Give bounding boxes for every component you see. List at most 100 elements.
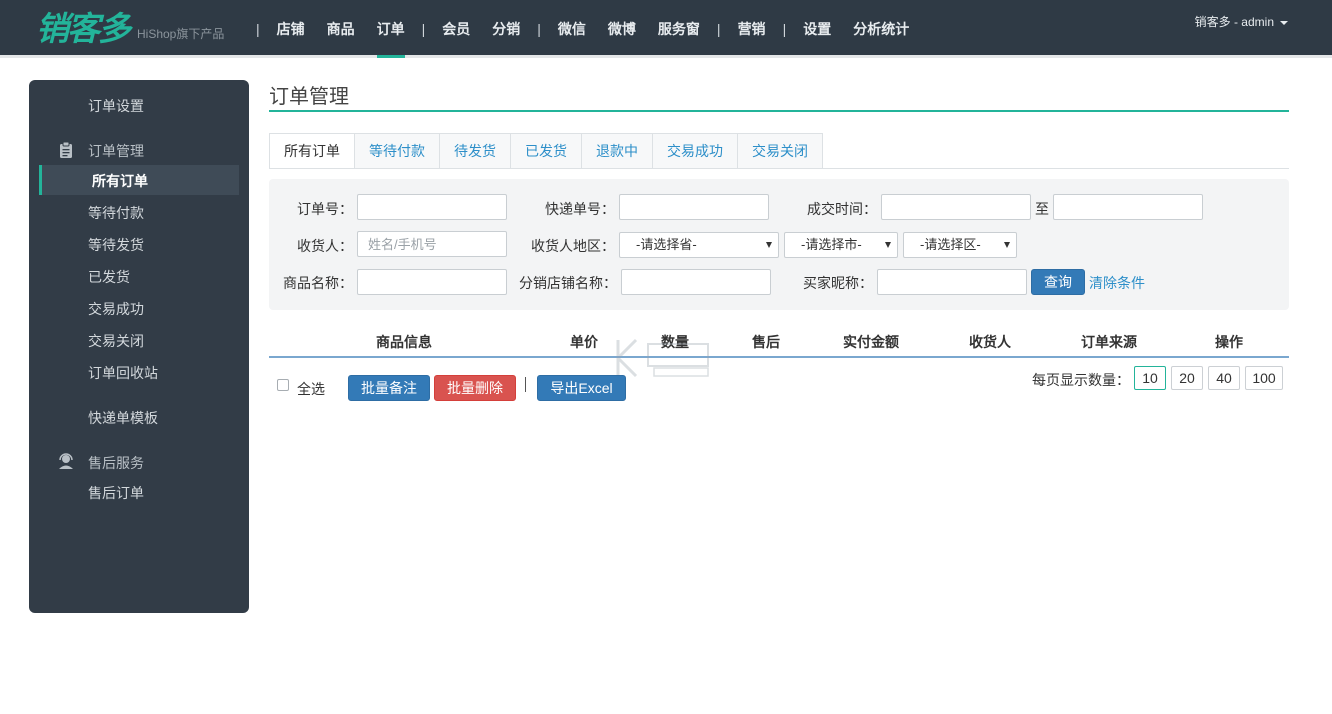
main-nav: | 店铺 商品 订单 | 会员 分销 | 微信 微博 服务窗 | 营销 | 设置… — [250, 0, 920, 58]
batch-note-button[interactable]: 批量备注 — [348, 375, 430, 401]
logo-subtitle: HiShop旗下产品 — [137, 27, 225, 41]
nav-item-wechat[interactable]: 微信 — [547, 0, 597, 58]
sidebar-group-after-sales[interactable]: 售后服务 — [88, 453, 144, 473]
receiver-label: 收货人： — [297, 238, 353, 254]
shop-name-input[interactable] — [621, 269, 771, 295]
deal-time-start-input[interactable] — [881, 194, 1031, 220]
nav-item-shop[interactable]: 店铺 — [266, 0, 316, 58]
express-no-label: 快递单号： — [545, 201, 615, 217]
nav-item-products[interactable]: 商品 — [316, 0, 366, 58]
buyer-nick-label: 买家昵称： — [803, 275, 873, 291]
tab-completed[interactable]: 交易成功 — [653, 133, 738, 169]
deal-time-label: 成交时间： — [807, 201, 877, 217]
nav-separator: | — [716, 21, 721, 37]
order-no-input[interactable] — [357, 194, 507, 220]
column-after-sales: 售后 — [752, 334, 780, 350]
headset-icon — [59, 453, 73, 469]
search-button[interactable]: 查询 — [1031, 269, 1085, 295]
page-size-option-10[interactable]: 10 — [1134, 366, 1166, 390]
tab-awaiting-payment[interactable]: 等待付款 — [355, 133, 440, 169]
sidebar-group-order-management[interactable]: 订单管理 — [88, 141, 144, 161]
region-label: 收货人地区： — [531, 238, 615, 254]
sidebar-item-order-settings[interactable]: 订单设置 — [88, 96, 144, 116]
nav-item-members[interactable]: 会员 — [431, 0, 481, 58]
title-divider — [269, 110, 1289, 112]
export-excel-button[interactable]: 导出Excel — [537, 375, 626, 401]
column-product-info: 商品信息 — [376, 334, 432, 350]
tab-awaiting-shipment[interactable]: 待发货 — [440, 133, 511, 169]
nav-separator: | — [256, 21, 260, 37]
city-select[interactable]: -请选择市- — [784, 232, 898, 258]
shop-name-label: 分销店铺名称： — [519, 275, 617, 291]
nav-item-analytics[interactable]: 分析统计 — [842, 0, 920, 58]
order-no-label: 订单号： — [297, 201, 353, 217]
nav-item-service-window[interactable]: 服务窗 — [647, 0, 711, 58]
column-actions: 操作 — [1215, 334, 1243, 350]
sidebar-item-all-orders[interactable]: 所有订单 — [39, 165, 239, 195]
tabs-divider — [269, 168, 1289, 169]
sidebar-item-closed[interactable]: 交易关闭 — [88, 331, 144, 351]
nav-separator: | — [421, 21, 426, 37]
product-name-input[interactable] — [357, 269, 507, 295]
city-select-value: -请选择市- — [801, 237, 862, 252]
logo-text: 销客多 — [36, 9, 131, 48]
column-paid-amount: 实付金额 — [843, 334, 899, 350]
to-label: 至 — [1035, 201, 1049, 217]
sidebar-item-recycle-bin[interactable]: 订单回收站 — [88, 363, 158, 383]
sidebar-item-awaiting-payment[interactable]: 等待付款 — [88, 203, 144, 223]
order-status-tabs: 所有订单 等待付款 待发货 已发货 退款中 交易成功 交易关闭 — [269, 133, 823, 169]
dropdown-arrow-icon — [1004, 242, 1010, 248]
tab-all-orders[interactable]: 所有订单 — [269, 133, 355, 169]
buyer-nick-input[interactable] — [877, 269, 1027, 295]
dropdown-arrow-icon — [885, 242, 891, 248]
deal-time-end-input[interactable] — [1053, 194, 1203, 220]
page-size-option-20[interactable]: 20 — [1171, 366, 1203, 390]
express-no-input[interactable] — [619, 194, 769, 220]
province-select-value: -请选择省- — [636, 237, 697, 252]
tab-refunding[interactable]: 退款中 — [582, 133, 653, 169]
clipboard-icon — [60, 141, 72, 158]
sidebar-item-completed[interactable]: 交易成功 — [88, 299, 144, 319]
product-name-label: 商品名称： — [283, 275, 353, 291]
sidebar-item-express-template[interactable]: 快递单模板 — [88, 408, 158, 428]
sidebar-item-after-sales-orders[interactable]: 售后订单 — [88, 483, 144, 503]
nav-separator: | — [782, 21, 787, 37]
district-select-value: -请选择区- — [920, 237, 981, 252]
district-select[interactable]: -请选择区- — [903, 232, 1017, 258]
logo[interactable]: 销客多 HiShop旗下产品 — [36, 10, 224, 48]
dropdown-arrow-icon — [766, 242, 772, 248]
sidebar-item-awaiting-shipment[interactable]: 等待发货 — [88, 235, 144, 255]
select-all-checkbox[interactable] — [277, 379, 289, 391]
caret-down-icon — [1280, 20, 1288, 25]
column-order-source: 订单来源 — [1081, 334, 1137, 350]
nav-item-marketing[interactable]: 营销 — [727, 0, 777, 58]
sidebar: 订单设置 订单管理 所有订单 等待付款 等待发货 已发货 交易成功 交易关闭 订… — [29, 80, 249, 613]
province-select[interactable]: -请选择省- — [619, 232, 779, 258]
sidebar-item-shipped[interactable]: 已发货 — [88, 267, 130, 287]
user-menu[interactable]: 销客多 - admin — [1195, 0, 1288, 44]
column-unit-price: 单价 — [570, 334, 598, 350]
nav-item-orders[interactable]: 订单 — [366, 0, 416, 58]
user-name: 销客多 - admin — [1194, 15, 1274, 29]
filter-panel: 订单号： 快递单号： 成交时间： 至 收货人： 收货人地区： -请选择省- -请… — [269, 179, 1289, 310]
receiver-input[interactable] — [357, 231, 507, 257]
nav-item-settings[interactable]: 设置 — [792, 0, 842, 58]
action-separator — [525, 377, 526, 392]
page-size-label: 每页显示数量： — [1032, 372, 1130, 388]
top-navbar: 销客多 HiShop旗下产品 | 店铺 商品 订单 | 会员 分销 | 微信 微… — [0, 0, 1332, 58]
sidebar-item-label: 所有订单 — [92, 173, 148, 189]
page-title: 订单管理 — [269, 86, 349, 108]
nav-separator: | — [537, 21, 541, 37]
nav-item-distribution[interactable]: 分销 — [481, 0, 531, 58]
batch-delete-button[interactable]: 批量删除 — [434, 375, 516, 401]
select-all-label[interactable]: 全选 — [297, 379, 325, 399]
clear-filters-link[interactable]: 清除条件 — [1089, 273, 1145, 293]
page-size-option-100[interactable]: 100 — [1245, 366, 1283, 390]
tab-shipped[interactable]: 已发货 — [511, 133, 582, 169]
tab-closed[interactable]: 交易关闭 — [738, 133, 823, 169]
column-receiver: 收货人 — [969, 334, 1011, 350]
orders-table-header: 商品信息 单价 数量 售后 实付金额 收货人 订单来源 操作 — [269, 324, 1289, 358]
watermark-logo — [616, 338, 709, 378]
nav-item-weibo[interactable]: 微博 — [597, 0, 647, 58]
page-size-option-40[interactable]: 40 — [1208, 366, 1240, 390]
